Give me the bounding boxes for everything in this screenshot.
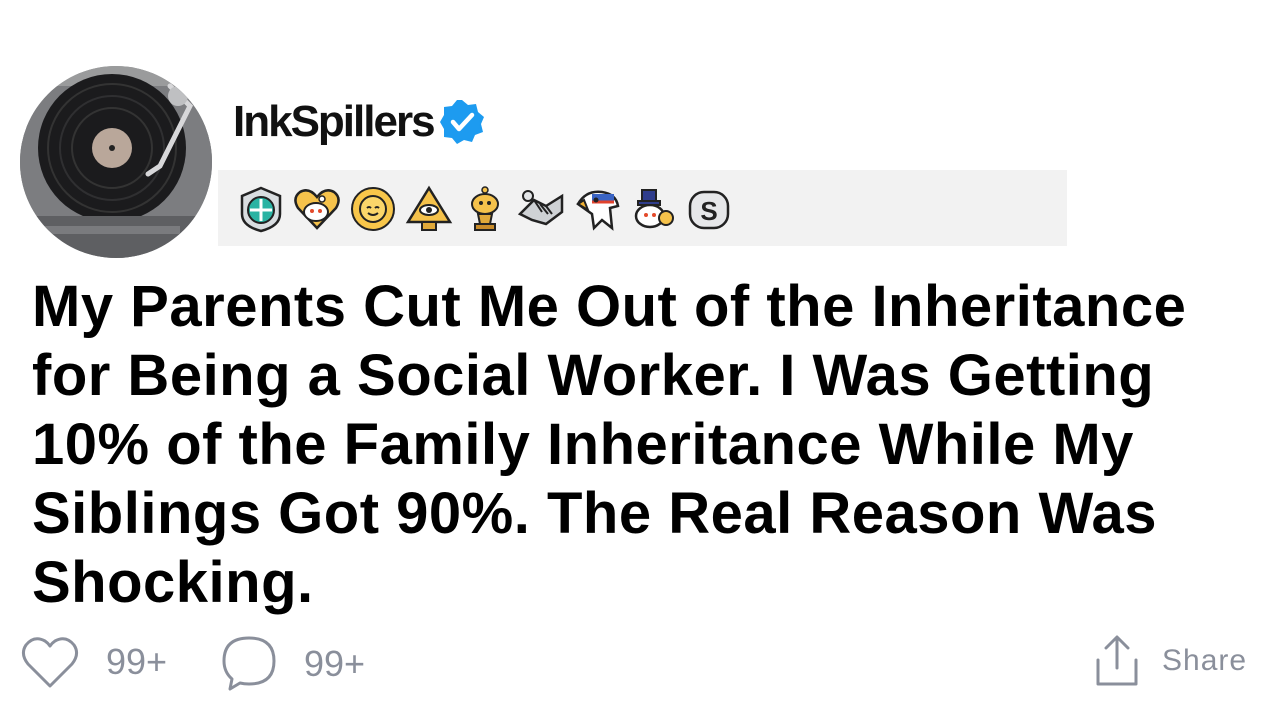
record-player-icon [20,66,212,258]
username-row: InkSpillers [233,94,488,150]
verified-badge-icon [439,100,484,144]
share-label: Share [1162,644,1248,677]
svg-text:S: S [700,196,717,226]
silver-s-award-icon[interactable]: S [684,184,734,234]
shield-compass-award-icon[interactable] [236,184,286,234]
comment-count: 99+ [304,643,366,684]
comment-bubble-icon [222,636,276,691]
post-title: My Parents Cut Me Out of the Inheritance… [32,274,1187,615]
snoo-top-hat-award-icon[interactable] [628,184,678,234]
heart-icon [21,637,79,688]
avatar[interactable] [20,66,212,258]
gold-trophy-snoo-award-icon[interactable] [460,184,510,234]
sun-face-award-icon[interactable] [348,184,398,234]
comment-button[interactable]: 99+ [220,634,365,694]
like-button[interactable]: 99+ [20,634,167,690]
share-button[interactable]: Share [1094,634,1247,688]
like-count: 99+ [106,641,168,682]
eagle-award-icon[interactable] [572,184,622,234]
handshake-award-icon[interactable] [516,184,566,234]
share-upload-icon [1096,635,1138,686]
pyramid-eye-award-icon[interactable] [404,184,454,234]
action-bar: 99+ 99+ Share [0,628,1280,698]
awards-list: S [236,184,734,234]
post-card: InkSpillers S My Parents Cut Me Out of t… [0,0,1280,720]
heart-snoo-award-icon[interactable] [292,184,342,234]
username[interactable]: InkSpillers [233,100,436,144]
